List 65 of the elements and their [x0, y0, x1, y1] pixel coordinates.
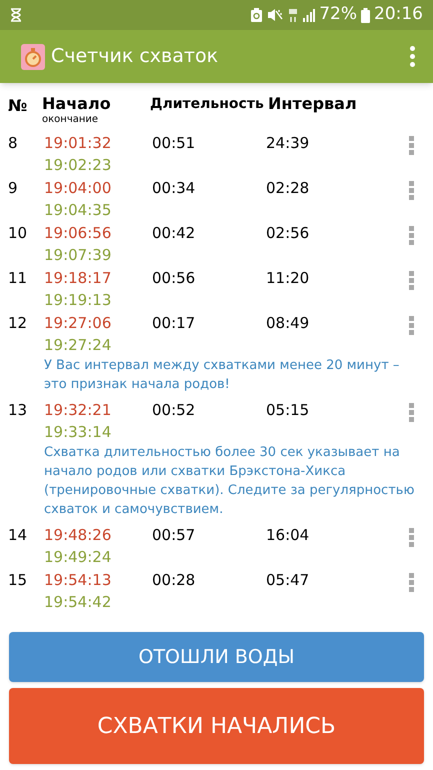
interval: 24:39	[266, 133, 310, 154]
row-number: 10	[7, 223, 28, 244]
end-time: 19:54:42	[44, 592, 112, 613]
contractions-started-button[interactable]: СХВАТКИ НАЧАЛИСЬ	[9, 688, 424, 764]
row-number: 11	[7, 268, 28, 289]
duration: 00:42	[151, 223, 196, 244]
row-menu-icon[interactable]	[409, 316, 414, 335]
interval: 08:49	[266, 313, 310, 334]
start-time: 19:04:00	[44, 178, 112, 199]
duration: 00:57	[151, 525, 196, 546]
advice-text: У Вас интервал между схватками менее 20 минут – это признак начала родов!	[43, 357, 400, 394]
interval: 16:04	[266, 525, 310, 546]
row-number: 13	[7, 400, 28, 421]
start-time: 19:06:56	[44, 223, 112, 244]
interval: 02:28	[266, 178, 310, 199]
start-time: 19:54:13	[44, 570, 112, 591]
column-header: Начало	[42, 94, 112, 114]
start-time: 19:27:06	[44, 313, 112, 334]
signal-icon	[303, 8, 316, 22]
end-time: 19:19:13	[44, 290, 112, 311]
end-time: 19:33:14	[44, 422, 112, 443]
duration: 00:52	[151, 400, 196, 421]
start-time: 19:18:17	[44, 268, 112, 289]
battery-icon	[361, 8, 370, 22]
advice-text: Схватка длительностью более 30 сек указывает на начало родов или схватки Брэкстона-Хикса (тренировочные схватки). Следите за регулярностью схваток и самочувствием.	[43, 444, 416, 519]
duration: 00:17	[151, 313, 196, 334]
interval: 02:56	[266, 223, 310, 244]
hourglass-icon	[10, 8, 22, 22]
stopwatch-icon	[21, 44, 45, 70]
row-menu-icon[interactable]	[409, 181, 414, 200]
duration: 00:51	[151, 133, 196, 154]
column-header: №	[7, 95, 28, 117]
clock: 20:16	[374, 3, 423, 26]
start-time: 19:32:21	[44, 400, 112, 421]
end-time: 19:27:24	[44, 335, 112, 356]
end-time: 19:04:35	[44, 200, 112, 221]
duration: 00:34	[151, 178, 196, 199]
interval: 05:15	[266, 400, 310, 421]
row-menu-icon[interactable]	[409, 528, 414, 547]
row-number: 8	[7, 133, 19, 154]
row-number: 12	[7, 313, 28, 334]
end-time: 19:49:24	[44, 547, 112, 568]
column-header: Интервал	[268, 94, 357, 114]
interval: 05:47	[266, 570, 310, 591]
row-menu-icon[interactable]	[409, 136, 414, 155]
row-menu-icon[interactable]	[409, 271, 414, 290]
app-title: Счетчик схваток	[51, 44, 220, 70]
duration: 00:28	[151, 570, 196, 591]
end-time: 19:02:23	[44, 155, 112, 176]
start-time: 19:48:26	[44, 525, 112, 546]
row-number: 9	[7, 178, 19, 199]
duration: 00:56	[151, 268, 196, 289]
row-menu-icon[interactable]	[409, 573, 414, 592]
row-menu-icon[interactable]	[409, 226, 414, 245]
row-menu-icon[interactable]	[409, 403, 414, 422]
row-number: 15	[7, 570, 28, 591]
battery-percent: 72%	[319, 3, 357, 26]
start-time: 19:01:32	[44, 133, 112, 154]
column-header: окончание	[42, 114, 100, 125]
row-number: 14	[7, 525, 28, 546]
column-header: Длительность	[150, 95, 265, 114]
interval: 11:20	[266, 268, 310, 289]
end-time: 19:07:39	[44, 245, 112, 266]
battery-saver-icon	[251, 8, 262, 22]
water-broke-button[interactable]: ОТОШЛИ ВОДЫ	[9, 632, 424, 682]
